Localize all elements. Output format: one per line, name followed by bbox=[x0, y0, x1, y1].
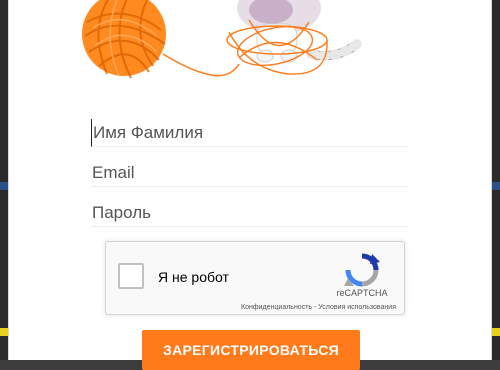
recaptcha-logo-icon bbox=[344, 253, 380, 287]
recaptcha-label: Я не робот bbox=[158, 269, 229, 285]
register-button[interactable]: ЗАРЕГИСТРИРОВАТЬСЯ bbox=[142, 330, 360, 370]
password-input[interactable] bbox=[91, 199, 409, 227]
terms-link[interactable]: Условия использования bbox=[318, 304, 396, 311]
privacy-link[interactable]: Конфиденциальность bbox=[241, 304, 312, 311]
recaptcha-brand: reCAPTCHA bbox=[336, 288, 388, 298]
recaptcha-checkbox[interactable] bbox=[118, 263, 144, 289]
email-input[interactable] bbox=[91, 159, 409, 187]
registration-modal: Я не робот reCAPTCHA Конфиденциальность … bbox=[8, 0, 492, 370]
full-name-input[interactable] bbox=[91, 119, 409, 147]
recaptcha-links: Конфиденциальность - Условия использован… bbox=[206, 304, 396, 311]
recaptcha-widget: Я не робот reCAPTCHA Конфиденциальность … bbox=[105, 241, 405, 315]
yarn-ball-and-cat-illustration bbox=[82, 0, 362, 79]
